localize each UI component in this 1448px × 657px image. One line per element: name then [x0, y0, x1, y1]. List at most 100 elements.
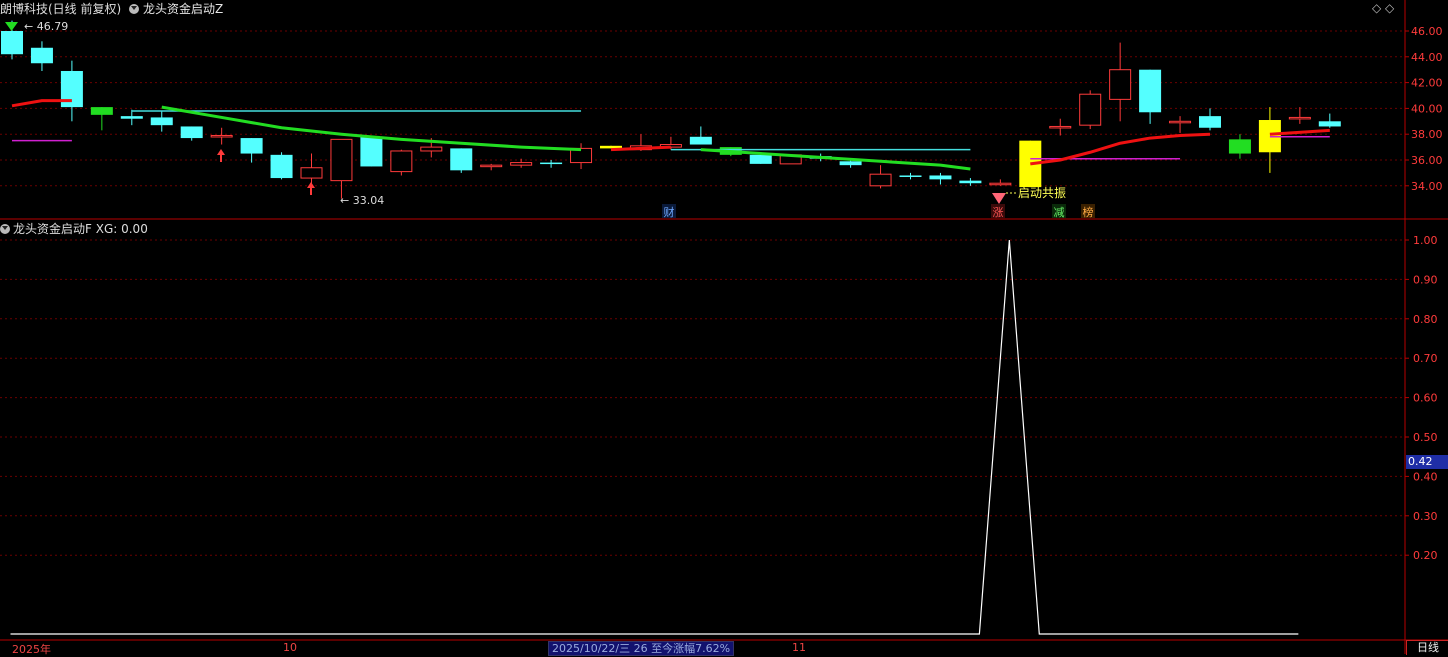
candle [989, 179, 1012, 186]
candle-body [1318, 121, 1341, 127]
y-tick-label: 0.30 [1413, 510, 1438, 523]
up-arrow-icon [217, 149, 225, 155]
candle [150, 110, 173, 132]
candle-body [1139, 69, 1162, 113]
y-tick-label: 40.00 [1411, 102, 1443, 115]
low-price-label: ← 33.04 [340, 194, 384, 207]
candle-body [1049, 125, 1072, 129]
candle [120, 109, 143, 126]
y-tick-label: 0.40 [1413, 470, 1438, 483]
candle-body [869, 173, 892, 187]
y-tick-label: 42.00 [1411, 77, 1443, 90]
candle-body [300, 167, 323, 179]
marker-badge: 榜 [1083, 205, 1094, 219]
candle-body [1109, 69, 1132, 100]
y-tick-label: 36.00 [1411, 154, 1443, 167]
xg-value: XG: 0.00 [95, 222, 148, 236]
chart-root: 46.00 44.00 42.00 40.00 38.00 36.00 34.00 1.00 0… [0, 0, 1448, 654]
y-tick-label: 0.70 [1413, 352, 1438, 365]
candle [360, 135, 383, 167]
candle-body [30, 47, 53, 64]
candle [929, 172, 952, 185]
candle-body [390, 150, 413, 173]
candle-body [899, 175, 922, 177]
candle [869, 165, 892, 189]
up-arrow-icon [307, 182, 315, 188]
indicator-title[interactable]: 龙头资金启动Z [143, 2, 223, 16]
main-header: 朗博科技(日线 前复权) 龙头资金启动Z [0, 0, 227, 18]
marker-badge: 财 [664, 205, 675, 219]
candle [1199, 108, 1221, 131]
candle [540, 160, 563, 168]
candle-body [150, 117, 173, 126]
sub-header: 龙头资金启动F XG: 0.00 [0, 220, 148, 238]
candle [90, 107, 113, 131]
candle [30, 41, 53, 71]
candle [270, 152, 293, 180]
signal-text: 启动共振 [1018, 186, 1066, 200]
candle [1228, 134, 1251, 159]
candle [330, 138, 353, 199]
sub-indicator-dropdown-icon[interactable] [0, 224, 10, 234]
diamond-icon[interactable]: ◇ ◇ [1372, 1, 1394, 15]
candle [1079, 90, 1102, 130]
kline-chart[interactable]: 46.00 44.00 42.00 40.00 38.00 36.00 34.00 1.00 0… [0, 0, 1448, 654]
x-axis-label-year: 2025年 [12, 643, 51, 656]
candle [450, 148, 473, 173]
candle-body [540, 162, 563, 165]
candle [1169, 116, 1192, 133]
candle [240, 138, 263, 163]
candle [510, 158, 533, 168]
candle-body [180, 126, 203, 139]
candle-body [120, 116, 143, 119]
sub-indicator-title[interactable]: 龙头资金启动F [13, 222, 92, 236]
candle-body [270, 154, 293, 179]
candle [570, 143, 593, 170]
overlay-line [700, 148, 971, 171]
candle [1318, 113, 1341, 128]
candle-body [330, 138, 353, 182]
candle [60, 60, 83, 122]
stock-title[interactable]: 朗博科技(日线 前复权) [0, 2, 121, 16]
y-tick-label: 0.50 [1413, 431, 1438, 444]
high-price-label: ← 46.79 [24, 20, 68, 33]
marker-badge: 减 [1054, 206, 1065, 219]
x-axis-label-nov: 11 [792, 641, 806, 654]
candle-body [420, 146, 443, 152]
y-tick-label: 44.00 [1411, 51, 1443, 64]
indicator-dropdown-icon[interactable] [129, 4, 140, 14]
candle [749, 154, 772, 164]
candle-body [210, 134, 233, 138]
candle [210, 127, 233, 145]
candle-body [1079, 93, 1102, 126]
candle [959, 178, 982, 186]
candle-body [1228, 139, 1251, 154]
candle [1049, 118, 1072, 136]
marker-badge: 涨 [993, 206, 1004, 219]
y-tick-label: 38.00 [1411, 128, 1443, 141]
candle-body [90, 107, 113, 115]
candle-body [1169, 120, 1192, 124]
signal-diamond-icon [992, 193, 1006, 204]
candle-body [510, 162, 533, 166]
candle-body [989, 182, 1012, 186]
period-button[interactable]: 日线 [1406, 640, 1448, 655]
candle-body [480, 164, 503, 168]
y-tick-label: 0.90 [1413, 273, 1438, 286]
candle [390, 149, 413, 176]
candle-body [1, 31, 23, 55]
candle-body [929, 175, 952, 180]
y-tick-label: 0.60 [1413, 392, 1438, 405]
y-tick-label: 34.00 [1411, 180, 1443, 193]
candle [899, 172, 922, 180]
candle-body [839, 161, 862, 166]
down-arrow-icon [5, 22, 18, 31]
candle-body [240, 138, 263, 154]
x-axis-label-oct: 10 [283, 641, 297, 654]
candle-body [959, 180, 982, 184]
candle [1288, 107, 1311, 124]
candle-body [1288, 116, 1311, 120]
y-tick-label: 0.20 [1413, 549, 1438, 562]
candle-body [1199, 116, 1221, 128]
candle [180, 126, 203, 141]
